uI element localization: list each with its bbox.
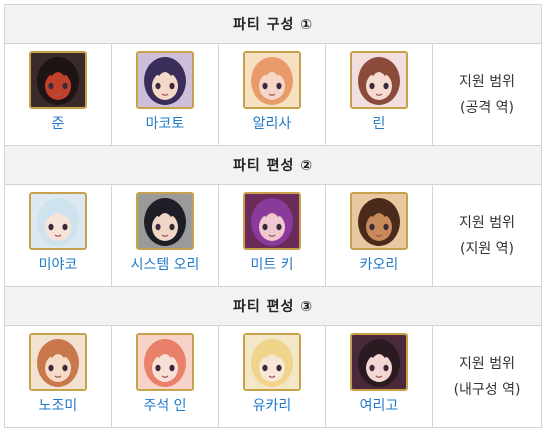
member-cell: 미야코 bbox=[4, 184, 112, 287]
party-header-row: 파티 구성 ① bbox=[3, 4, 543, 44]
member-cell: 마코토 bbox=[111, 43, 219, 146]
yorigo-portrait-icon[interactable] bbox=[350, 333, 408, 391]
party-header-row: 파티 편성 ③ bbox=[3, 286, 543, 326]
member-cell: 유카리 bbox=[218, 325, 326, 428]
system-ori-portrait-icon[interactable] bbox=[136, 192, 194, 250]
member-cell: 린 bbox=[325, 43, 433, 146]
support-range-cell: 지원 범위 (공격 역) bbox=[431, 43, 543, 146]
member-name-link[interactable]: 노조미 bbox=[39, 396, 78, 416]
support-range-cell: 지원 범위 (지원 역) bbox=[431, 184, 543, 287]
support-range-label: 지원 범위 bbox=[459, 73, 515, 90]
miyako-portrait-icon[interactable] bbox=[29, 192, 87, 250]
system-ori-portrait-art bbox=[138, 194, 192, 248]
support-role-label: (내구성 역) bbox=[453, 381, 521, 398]
member-name-link[interactable]: 시스템 오리 bbox=[131, 255, 200, 275]
member-name-link[interactable]: 미트 키 bbox=[250, 255, 293, 275]
nozomi-portrait-icon[interactable] bbox=[29, 333, 87, 391]
member-cell: 준 bbox=[4, 43, 112, 146]
party-title: 파티 편성 ② bbox=[3, 145, 543, 185]
support-range-label: 지원 범위 bbox=[459, 355, 515, 372]
member-cell: 알리사 bbox=[218, 43, 326, 146]
member-cell: 미트 키 bbox=[218, 184, 326, 287]
support-range-cell: 지원 범위 (내구성 역) bbox=[431, 325, 543, 428]
member-name-link[interactable]: 주석 인 bbox=[143, 396, 186, 416]
member-name-link[interactable]: 준 bbox=[52, 114, 65, 134]
mitoki-portrait-icon[interactable] bbox=[243, 192, 301, 250]
alisa-portrait-art bbox=[245, 53, 299, 107]
party-title: 파티 구성 ① bbox=[3, 4, 543, 44]
party-members-row: 준 마코토 알리사 린 지원 범위 (공격 역) bbox=[4, 43, 543, 146]
member-cell: 노조미 bbox=[4, 325, 112, 428]
member-name-link[interactable]: 카오리 bbox=[360, 255, 399, 275]
support-role-label: (지원 역) bbox=[460, 240, 515, 257]
member-name-link[interactable]: 유카리 bbox=[253, 396, 292, 416]
makoto-portrait-icon[interactable] bbox=[136, 51, 194, 109]
member-name-link[interactable]: 여리고 bbox=[360, 396, 399, 416]
party-composition-panel: 파티 구성 ① 준 마코토 알리사 린 지원 범위 (공격 역) 파티 편성 ② 미야코 시스템 … bbox=[3, 4, 543, 428]
support-range-label: 지원 범위 bbox=[459, 214, 515, 231]
party-header-row: 파티 편성 ② bbox=[3, 145, 543, 185]
member-name-link[interactable]: 린 bbox=[373, 114, 386, 134]
member-cell: 주석 인 bbox=[111, 325, 219, 428]
member-cell: 카오리 bbox=[325, 184, 433, 287]
member-cell: 시스템 오리 bbox=[111, 184, 219, 287]
makoto-portrait-art bbox=[138, 53, 192, 107]
mitoki-portrait-art bbox=[245, 194, 299, 248]
suzuna-portrait-art bbox=[138, 335, 192, 389]
rin-portrait-art bbox=[352, 53, 406, 107]
support-role-label: (공격 역) bbox=[460, 99, 515, 116]
suzuna-portrait-icon[interactable] bbox=[136, 333, 194, 391]
member-name-link[interactable]: 알리사 bbox=[253, 114, 292, 134]
kaori-portrait-art bbox=[352, 194, 406, 248]
jun-portrait-art bbox=[31, 53, 85, 107]
miyako-portrait-art bbox=[31, 194, 85, 248]
yorigo-portrait-art bbox=[352, 335, 406, 389]
party-title: 파티 편성 ③ bbox=[3, 286, 543, 326]
nozomi-portrait-art bbox=[31, 335, 85, 389]
party-members-row: 노조미 주석 인 유카리 여리고 지원 범위 (내구성 역) bbox=[4, 325, 543, 428]
jun-portrait-icon[interactable] bbox=[29, 51, 87, 109]
member-name-link[interactable]: 마코토 bbox=[146, 114, 185, 134]
rin-portrait-icon[interactable] bbox=[350, 51, 408, 109]
yukari-portrait-icon[interactable] bbox=[243, 333, 301, 391]
member-name-link[interactable]: 미야코 bbox=[39, 255, 78, 275]
alisa-portrait-icon[interactable] bbox=[243, 51, 301, 109]
member-cell: 여리고 bbox=[325, 325, 433, 428]
party-table: 파티 구성 ① 준 마코토 알리사 린 지원 범위 (공격 역) 파티 편성 ② 미야코 시스템 … bbox=[3, 4, 543, 428]
yukari-portrait-art bbox=[245, 335, 299, 389]
kaori-portrait-icon[interactable] bbox=[350, 192, 408, 250]
party-members-row: 미야코 시스템 오리 미트 키 카오리 지원 범위 (지원 역) bbox=[4, 184, 543, 287]
